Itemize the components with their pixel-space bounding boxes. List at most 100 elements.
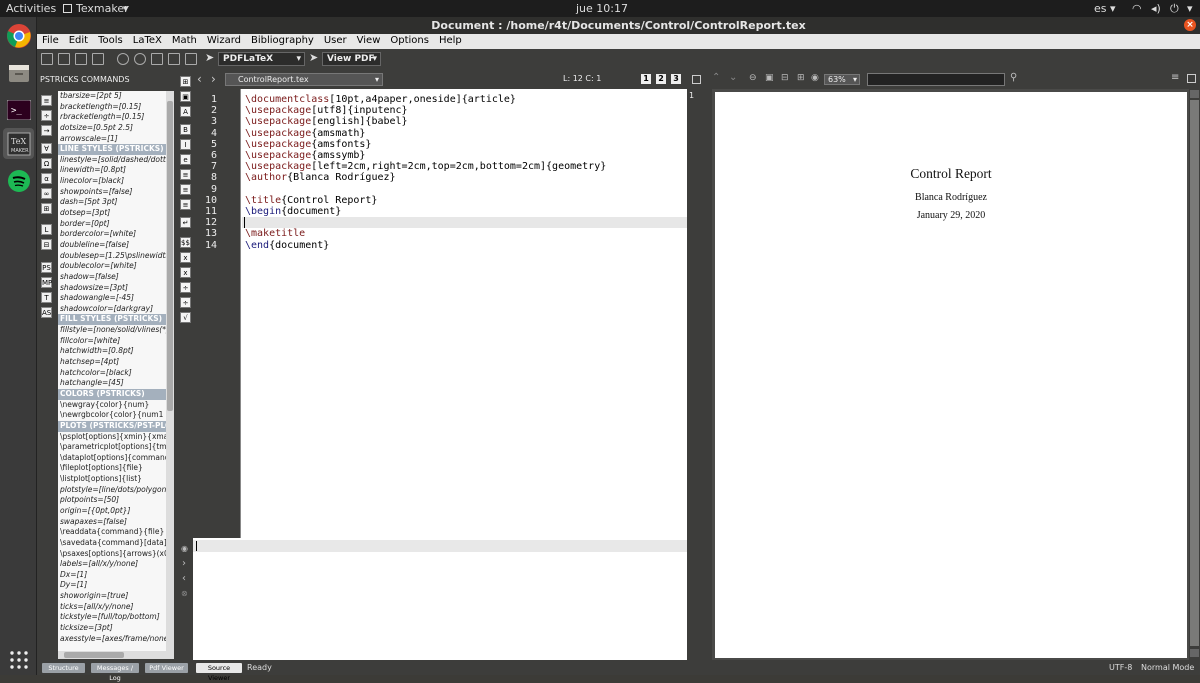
eye-icon[interactable]: ◉ [181, 544, 188, 553]
command-item[interactable]: hatchangle=[45] [58, 378, 166, 389]
pdf-scrollbar[interactable] [1189, 89, 1200, 660]
stop-icon[interactable]: ⊗ [181, 589, 188, 598]
align-icon[interactable]: ≡ [180, 184, 191, 195]
run-icon[interactable]: ➤ [205, 51, 217, 64]
command-item[interactable]: linewidth=[0.8pt] [58, 165, 166, 176]
command-item[interactable]: fillstyle=[none/solid/vlines(*) [58, 325, 166, 336]
search-icon[interactable]: ⚲ [1010, 72, 1017, 83]
fit-width-icon[interactable]: ⊖ [749, 73, 757, 83]
category-icon[interactable]: PS [41, 262, 52, 273]
command-item[interactable]: hatchcolor=[black] [58, 368, 166, 379]
command-item[interactable]: hatchwidth=[0.8pt] [58, 346, 166, 357]
copy-icon[interactable] [151, 53, 163, 65]
command-item[interactable]: bordercolor=[white] [58, 229, 166, 240]
horizontal-scrollbar[interactable] [58, 651, 174, 659]
tab-source-viewer[interactable]: Source Viewer [196, 663, 242, 682]
code-line[interactable]: \begin{document} [245, 206, 341, 217]
cut-icon[interactable] [168, 53, 180, 65]
command-item[interactable]: \parametricplot[options]{tmin} [58, 442, 166, 453]
view-button-1[interactable]: 1 [641, 74, 651, 84]
command-item[interactable]: shadowcolor=[darkgray] [58, 304, 166, 315]
command-item[interactable]: swapaxes=[false] [58, 517, 166, 528]
code-line[interactable]: \usepackage{amssymb} [245, 150, 365, 161]
category-icon[interactable]: → [41, 125, 52, 136]
compile-combo[interactable]: PDFLaTeX ▾ [218, 52, 305, 66]
fit-page-icon[interactable]: ▣ [765, 73, 774, 83]
section-header[interactable]: PLOTS (PSTRICKS/PST-PLOT) [58, 420, 166, 432]
command-item[interactable]: ticks=[all/x/y/none] [58, 602, 166, 613]
run-icon[interactable]: ➤ [309, 51, 321, 64]
files-icon[interactable] [3, 57, 34, 88]
category-icon[interactable]: ∞ [41, 188, 52, 199]
power-icon[interactable]: ⏻ [1170, 2, 1179, 16]
chevron-left-icon[interactable]: ‹ [182, 573, 186, 584]
superscript-icon[interactable]: x [180, 267, 191, 278]
command-item[interactable]: linestyle=[solid/dashed/dotted] [58, 155, 166, 166]
save-icon[interactable] [75, 53, 87, 65]
code-line[interactable]: \usepackage{amsmath} [245, 128, 365, 139]
command-item[interactable]: \psplot[options]{xmin}{xmax} [58, 432, 166, 443]
command-item[interactable]: tbarsize=[2pt 5] [58, 91, 166, 102]
command-item[interactable]: bracketlength=[0.15] [58, 102, 166, 113]
command-item[interactable]: dotsep=[3pt] [58, 208, 166, 219]
command-item[interactable]: Dy=[1] [58, 580, 166, 591]
command-item[interactable]: \newrgbcolor{color}{num1 num2 [58, 410, 166, 421]
activities-button[interactable]: Activities [6, 2, 56, 15]
pdf-page[interactable]: Control Report Blanca Rodríguez January … [715, 92, 1187, 658]
category-icon[interactable]: Ω [41, 158, 52, 169]
chevron-left-icon[interactable]: ‹ [197, 72, 202, 86]
chevron-up-icon[interactable]: ⌃ [712, 72, 720, 83]
file-selector[interactable]: ControlReport.tex ▾ [225, 73, 383, 86]
command-item[interactable]: shadow=[false] [58, 272, 166, 283]
chevron-down-icon[interactable]: ⌄ [729, 72, 737, 83]
menu-latex[interactable]: LaTeX [128, 34, 167, 46]
category-icon[interactable]: ∀ [41, 143, 52, 154]
category-icon[interactable]: T [41, 292, 52, 303]
command-item[interactable]: doubleline=[false] [58, 240, 166, 251]
code-line[interactable]: \usepackage[left=2cm,right=2cm,top=2cm,b… [245, 161, 606, 172]
code-line[interactable]: \usepackage{amsfonts} [245, 139, 371, 150]
code-line[interactable]: \usepackage[english]{babel} [245, 116, 408, 127]
category-icon[interactable]: ≡ [41, 95, 52, 106]
section-header[interactable]: COLORS (PSTRICKS) [58, 388, 166, 400]
message-area[interactable] [193, 538, 687, 660]
section-header[interactable]: LINE STYLES (PSTRICKS) [58, 144, 166, 155]
menu-user[interactable]: User [319, 34, 352, 46]
insert-icon[interactable]: ▣ [180, 91, 191, 102]
scrollbar-thumb[interactable] [167, 101, 173, 411]
command-item[interactable]: \savedata{command}[data] [58, 538, 166, 549]
show-apps-icon[interactable] [3, 644, 34, 675]
section-header[interactable]: FILL STYLES (PSTRICKS) [58, 314, 166, 326]
command-item[interactable]: border=[0pt] [58, 219, 166, 230]
command-item[interactable]: linecolor=[black] [58, 176, 166, 187]
paste-icon[interactable] [185, 53, 197, 65]
align-icon[interactable]: ≡ [180, 199, 191, 210]
zoom-in-icon[interactable]: ⊞ [797, 73, 805, 83]
insert-icon[interactable]: A [180, 106, 191, 117]
code-line[interactable]: \end{document} [245, 240, 329, 251]
code-line[interactable]: \usepackage[utf8]{inputenc} [245, 105, 408, 116]
close-file-icon[interactable] [92, 53, 104, 65]
menu-edit[interactable]: Edit [64, 34, 93, 46]
code-line[interactable]: \documentclass[10pt,a4paper,oneside]{art… [245, 94, 516, 105]
command-item[interactable]: axesstyle=[axes/frame/none] [58, 634, 166, 645]
page-number[interactable]: 1 [689, 91, 694, 100]
command-item[interactable]: plotstyle=[line/dots/polygon/ [58, 485, 166, 496]
redo-icon[interactable] [134, 53, 146, 65]
texmaker-icon[interactable]: TeX MAKER [3, 128, 34, 159]
category-icon[interactable]: ⊟ [41, 239, 52, 250]
command-item[interactable]: showorigin=[true] [58, 591, 166, 602]
chevron-right-icon[interactable]: › [182, 558, 186, 569]
command-item[interactable]: shadowangle=[-45] [58, 293, 166, 304]
menu-icon[interactable]: ≡ [1171, 72, 1179, 83]
command-item[interactable]: \newgray{color}{num} [58, 400, 166, 411]
command-item[interactable]: shadowsize=[3pt] [58, 283, 166, 294]
terminal-icon[interactable]: >_ [3, 94, 34, 125]
command-item[interactable]: hatchsep=[4pt] [58, 357, 166, 368]
language-indicator[interactable]: es [1094, 2, 1107, 15]
category-icon[interactable]: ÷ [41, 110, 52, 121]
category-icon[interactable]: AS [41, 307, 52, 318]
app-menu[interactable]: Texmaker [76, 2, 129, 15]
command-item[interactable]: \dataplot[options]{commands} [58, 453, 166, 464]
chevron-right-icon[interactable]: › [211, 72, 216, 86]
